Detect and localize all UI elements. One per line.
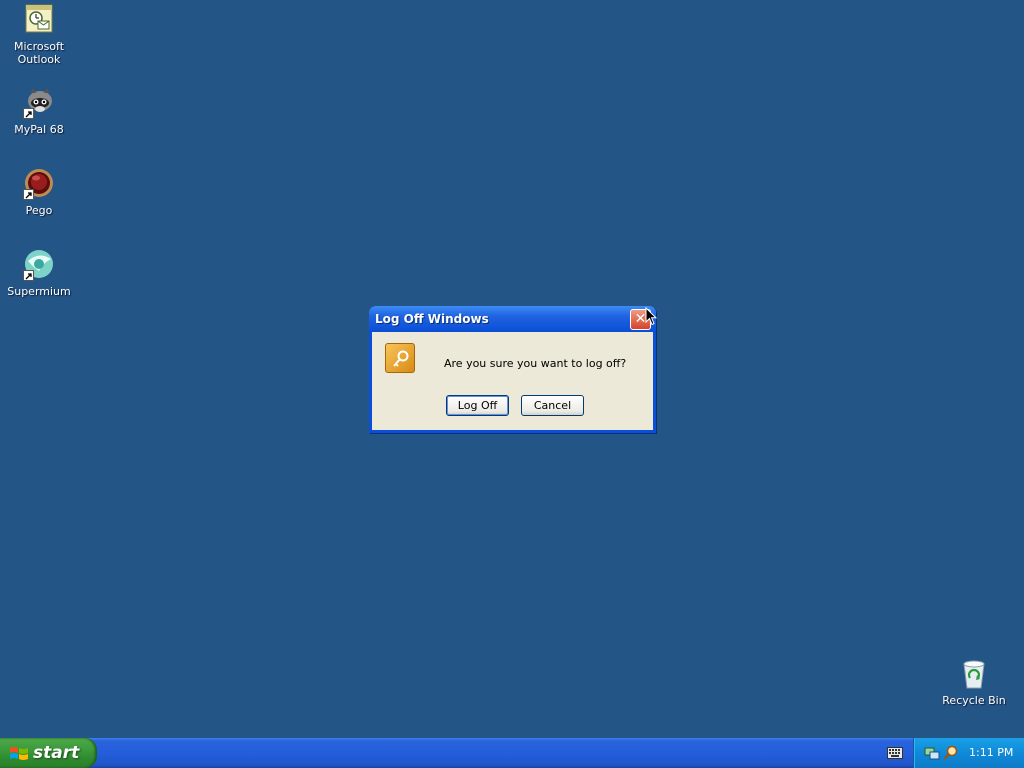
start-label: start [33, 743, 80, 763]
desktop-icon-pego[interactable]: Pego [1, 168, 77, 217]
supermium-icon [23, 249, 55, 281]
dialog-title: Log Off Windows [375, 312, 489, 326]
key-icon [385, 343, 415, 373]
desktop-icon-outlook[interactable]: Microsoft Outlook [1, 4, 77, 66]
clock[interactable]: 1:11 PM [969, 746, 1013, 759]
recycle-bin-icon [958, 658, 990, 690]
desktop-icon-label: Supermium [7, 285, 71, 298]
log-off-button[interactable]: Log Off [446, 395, 509, 416]
desktop[interactable]: Microsoft Outlook MyPal 68 Pego Supermiu… [0, 0, 1024, 738]
mouse-cursor-icon [645, 306, 658, 329]
keyboard-icon[interactable] [887, 747, 903, 762]
cancel-button[interactable]: Cancel [521, 395, 584, 416]
shortcut-arrow-icon [23, 108, 34, 119]
dialog-titlebar[interactable]: Log Off Windows ✕ [369, 306, 656, 332]
desktop-icon-label: MyPal 68 [14, 123, 64, 136]
desktop-icon-label: Recycle Bin [942, 694, 1006, 707]
desktop-icon-label: Pego [25, 204, 53, 217]
system-tray: 1:11 PM [913, 738, 1024, 768]
dialog-body: Are you sure you want to log off? Log Of… [372, 332, 653, 430]
shortcut-arrow-icon [23, 189, 34, 200]
desktop-icon-recycle-bin[interactable]: Recycle Bin [936, 658, 1012, 707]
start-button[interactable]: start [0, 738, 97, 768]
network-icon[interactable] [924, 745, 940, 761]
desktop-icon-mypal[interactable]: MyPal 68 [1, 87, 77, 136]
search-icon[interactable] [943, 745, 959, 761]
mypal-icon [23, 87, 55, 119]
logoff-dialog: Log Off Windows ✕ Are you sure you want … [369, 306, 656, 433]
desktop-icon-supermium[interactable]: Supermium [1, 249, 77, 298]
shortcut-arrow-icon [23, 270, 34, 281]
taskbar: start 1:11 PM [0, 738, 1024, 768]
pego-icon [23, 168, 55, 200]
outlook-icon [23, 4, 55, 36]
windows-flag-icon [9, 745, 29, 765]
desktop-icon-label: Microsoft Outlook [13, 40, 65, 66]
dialog-message: Are you sure you want to log off? [444, 357, 627, 370]
